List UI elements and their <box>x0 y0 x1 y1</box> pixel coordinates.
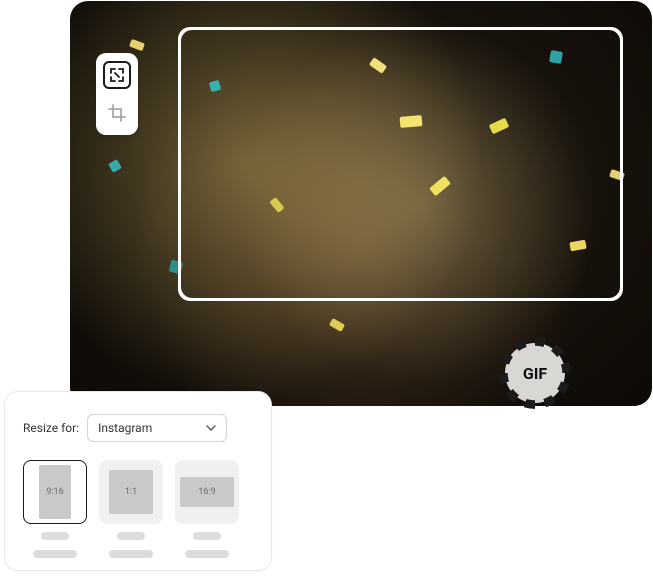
ratio-label: 16:9 <box>198 487 215 497</box>
tool-panel <box>96 53 138 135</box>
ratio-tile-1-1[interactable]: 1:1 <box>99 460 163 524</box>
ratio-preview: 1:1 <box>109 470 153 514</box>
ratio-caption-placeholder <box>33 550 77 558</box>
ratio-item-1-1: 1:1 <box>99 460 163 558</box>
resize-tool-button[interactable] <box>103 61 131 89</box>
crop-tool-button[interactable] <box>103 99 131 127</box>
aspect-ratio-row: 9:16 1:1 16:9 <box>23 460 253 558</box>
ratio-caption-placeholder <box>41 532 69 540</box>
crop-frame[interactable] <box>178 27 623 301</box>
ratio-caption-placeholder <box>193 532 221 540</box>
ratio-caption-placeholder <box>117 532 145 540</box>
resize-row: Resize for: Instagram <box>23 414 253 442</box>
ratio-item-16-9: 16:9 <box>175 460 239 558</box>
ratio-tile-9-16[interactable]: 9:16 <box>23 460 87 524</box>
chevron-down-icon <box>206 423 216 433</box>
ratio-preview: 16:9 <box>180 477 234 507</box>
gif-badge-ring <box>499 337 571 409</box>
platform-dropdown[interactable]: Instagram <box>87 414 227 442</box>
resize-panel: Resize for: Instagram 9:16 1:1 <box>4 391 272 571</box>
ratio-preview: 9:16 <box>39 465 71 519</box>
ratio-caption-placeholder <box>109 550 153 558</box>
crop-icon <box>108 104 126 122</box>
ratio-label: 9:16 <box>46 487 63 497</box>
resize-label: Resize for: <box>23 421 79 435</box>
dropdown-value: Instagram <box>98 421 152 435</box>
ratio-label: 1:1 <box>125 487 137 497</box>
ratio-tile-16-9[interactable]: 16:9 <box>175 460 239 524</box>
gif-badge: GIF <box>505 343 565 403</box>
ratio-caption-placeholder <box>185 550 229 558</box>
ratio-item-9-16: 9:16 <box>23 460 87 558</box>
resize-icon <box>109 67 125 83</box>
